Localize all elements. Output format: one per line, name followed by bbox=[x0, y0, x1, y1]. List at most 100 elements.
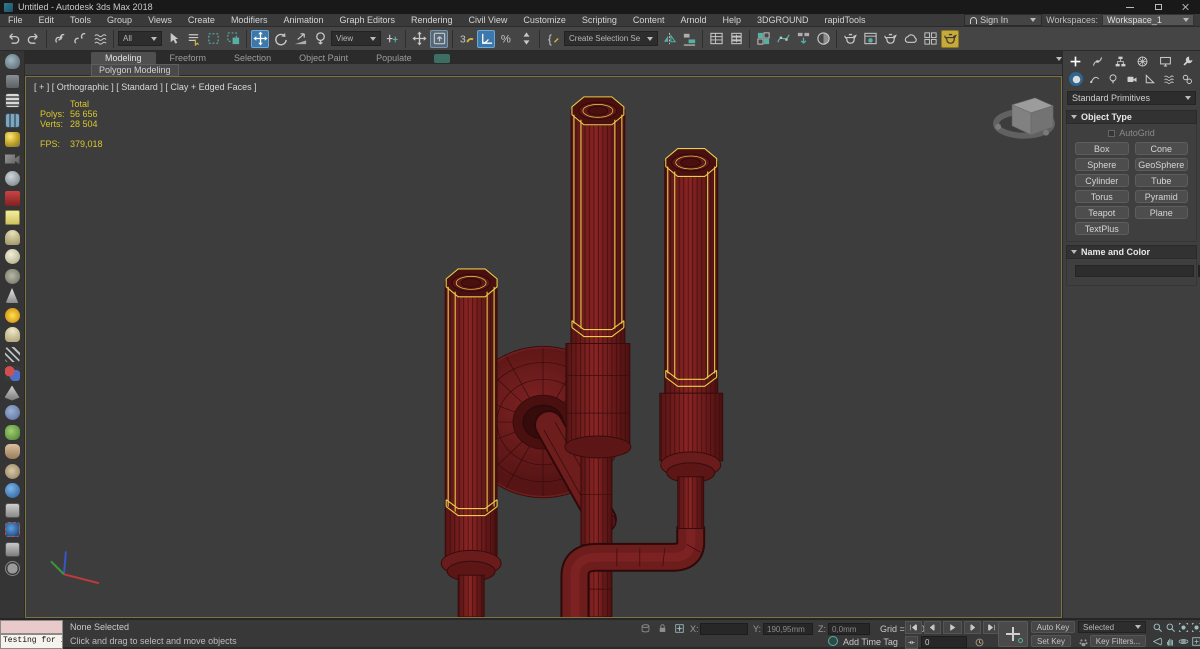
key-mode-toggle[interactable] bbox=[905, 636, 918, 649]
curve-editor-button[interactable] bbox=[774, 30, 792, 48]
hand-icon[interactable] bbox=[4, 444, 20, 459]
maxscript-listener-input[interactable] bbox=[0, 620, 63, 634]
pyramid-button[interactable]: Pyramid bbox=[1134, 190, 1188, 203]
key-filters-button[interactable]: Key Filters... bbox=[1090, 635, 1146, 647]
pyramid-helper-icon[interactable] bbox=[4, 385, 20, 401]
grid-table-icon[interactable] bbox=[4, 112, 20, 128]
geosphere-button[interactable]: GeoSphere bbox=[1134, 158, 1188, 171]
blue-sphere-icon[interactable] bbox=[4, 483, 20, 498]
menu-modifiers[interactable]: Modifiers bbox=[223, 15, 276, 25]
menu-arnold[interactable]: Arnold bbox=[672, 15, 714, 25]
tab-populate[interactable]: Populate bbox=[362, 52, 426, 64]
planet-icon[interactable] bbox=[4, 171, 20, 186]
scene-list-icon[interactable] bbox=[4, 93, 20, 108]
object-name-field[interactable] bbox=[1075, 265, 1194, 277]
undo-button[interactable] bbox=[4, 30, 22, 48]
helpers-category-icon[interactable] bbox=[1143, 72, 1157, 86]
orbit-button[interactable] bbox=[1176, 635, 1190, 648]
hierarchy-tab-icon[interactable] bbox=[1114, 55, 1127, 68]
teapot-dark-icon[interactable] bbox=[4, 268, 20, 284]
next-frame-button[interactable] bbox=[964, 621, 981, 634]
previous-frame-button[interactable] bbox=[924, 621, 941, 634]
spinner-snap-toggle[interactable] bbox=[517, 30, 535, 48]
menu-rapidtools[interactable]: rapidTools bbox=[817, 15, 874, 25]
redo-button[interactable] bbox=[24, 30, 42, 48]
sign-in-button[interactable]: Sign In bbox=[964, 14, 1043, 26]
key-filters-paw-icon[interactable] bbox=[1076, 636, 1090, 649]
render-in-cloud-button[interactable] bbox=[901, 30, 919, 48]
open-multiview-button[interactable] bbox=[921, 30, 939, 48]
render-preview-icon[interactable] bbox=[4, 73, 20, 89]
textplus-button[interactable]: TextPlus bbox=[1075, 222, 1129, 235]
material-editor-button[interactable] bbox=[814, 30, 832, 48]
viewport[interactable]: [ + ] [ Orthographic ] [ Standard ] [ Cl… bbox=[25, 76, 1062, 618]
bind-to-space-warp-button[interactable] bbox=[91, 30, 109, 48]
dome2-icon[interactable] bbox=[4, 327, 20, 342]
toggle-ribbon-button[interactable] bbox=[754, 30, 772, 48]
torus-button[interactable]: Torus bbox=[1075, 190, 1129, 203]
menu-file[interactable]: File bbox=[0, 15, 31, 25]
workspace-dropdown[interactable]: Workspace_1 bbox=[1102, 14, 1194, 26]
rectangular-selection-region-button[interactable] bbox=[204, 30, 222, 48]
zoom-extents-button[interactable] bbox=[1176, 621, 1190, 634]
select-link-button[interactable] bbox=[51, 30, 69, 48]
create-tab-icon[interactable] bbox=[1069, 55, 1082, 68]
set-keys-button[interactable] bbox=[998, 621, 1028, 647]
zoom-tool-button[interactable] bbox=[1150, 621, 1164, 634]
close-button[interactable] bbox=[1172, 0, 1200, 14]
particles-icon[interactable] bbox=[4, 346, 20, 362]
tab-object-paint[interactable]: Object Paint bbox=[285, 52, 362, 64]
select-and-rotate-button[interactable] bbox=[271, 30, 289, 48]
menu-views[interactable]: Views bbox=[140, 15, 180, 25]
menu-group[interactable]: Group bbox=[99, 15, 140, 25]
unlink-selection-button[interactable] bbox=[71, 30, 89, 48]
select-by-name-button[interactable] bbox=[184, 30, 202, 48]
menu-edit[interactable]: Edit bbox=[31, 15, 63, 25]
zoom-extents-all-button[interactable] bbox=[1189, 621, 1200, 634]
tab-modeling[interactable]: Modeling bbox=[91, 52, 156, 64]
utilities-tab-icon[interactable] bbox=[1181, 55, 1194, 68]
space-warps-category-icon[interactable] bbox=[1162, 72, 1176, 86]
y-coordinate-field[interactable]: 190,95mm bbox=[763, 623, 813, 635]
autogrid-checkbox[interactable] bbox=[1108, 129, 1116, 137]
add-time-tag[interactable]: Add Time Tag bbox=[843, 637, 898, 647]
clipboard-sphere-icon[interactable] bbox=[4, 502, 20, 518]
menu-scripting[interactable]: Scripting bbox=[574, 15, 625, 25]
tab-selection[interactable]: Selection bbox=[220, 52, 285, 64]
foliage-icon[interactable] bbox=[4, 424, 20, 440]
name-color-header[interactable]: Name and Color bbox=[1066, 245, 1197, 259]
help-icon[interactable] bbox=[4, 561, 20, 576]
object-type-header[interactable]: Object Type bbox=[1066, 110, 1197, 124]
systems-category-icon[interactable] bbox=[1180, 72, 1194, 86]
go-to-start-button[interactable] bbox=[905, 621, 922, 634]
primitive-category-dropdown[interactable]: Standard Primitives bbox=[1067, 91, 1196, 105]
isolate-selection-toggle[interactable] bbox=[638, 622, 652, 635]
cone-button[interactable]: Cone bbox=[1134, 142, 1188, 155]
zoom-all-button[interactable] bbox=[1163, 621, 1177, 634]
menu-content[interactable]: Content bbox=[625, 15, 673, 25]
geometry-category-icon[interactable] bbox=[1069, 72, 1083, 86]
time-configuration-button[interactable] bbox=[972, 636, 986, 649]
minimize-button[interactable] bbox=[1116, 0, 1144, 14]
polygon-modeling-panel[interactable]: Polygon Modeling bbox=[91, 63, 179, 76]
selection-lock-toggle[interactable] bbox=[655, 622, 669, 635]
cone-icon[interactable] bbox=[5, 288, 19, 303]
shapes-category-icon[interactable] bbox=[1088, 72, 1102, 86]
cylinder-button[interactable]: Cylinder bbox=[1075, 174, 1129, 187]
teapot-button[interactable]: Teapot bbox=[1075, 206, 1129, 219]
auto-key-button[interactable]: Auto Key bbox=[1031, 621, 1075, 633]
percent-snap-toggle[interactable] bbox=[497, 30, 515, 48]
sphere-button[interactable]: Sphere bbox=[1075, 158, 1129, 171]
tube-button[interactable]: Tube bbox=[1134, 174, 1188, 187]
shell-icon[interactable] bbox=[4, 463, 20, 479]
selected-filter-dropdown[interactable]: Selected bbox=[1078, 621, 1146, 633]
molecule-icon[interactable] bbox=[4, 366, 20, 381]
sphere-ring-icon[interactable] bbox=[4, 249, 20, 264]
reference-coordinate-dropdown[interactable]: View bbox=[331, 31, 381, 46]
time-tag-clock-icon[interactable] bbox=[828, 636, 838, 646]
rendered-frame-window-button[interactable] bbox=[861, 30, 879, 48]
lights-category-icon[interactable] bbox=[1106, 72, 1120, 86]
toggle-scene-explorer-button[interactable] bbox=[707, 30, 725, 48]
teapot-icon[interactable] bbox=[4, 54, 20, 69]
viewcube[interactable] bbox=[993, 97, 1056, 139]
